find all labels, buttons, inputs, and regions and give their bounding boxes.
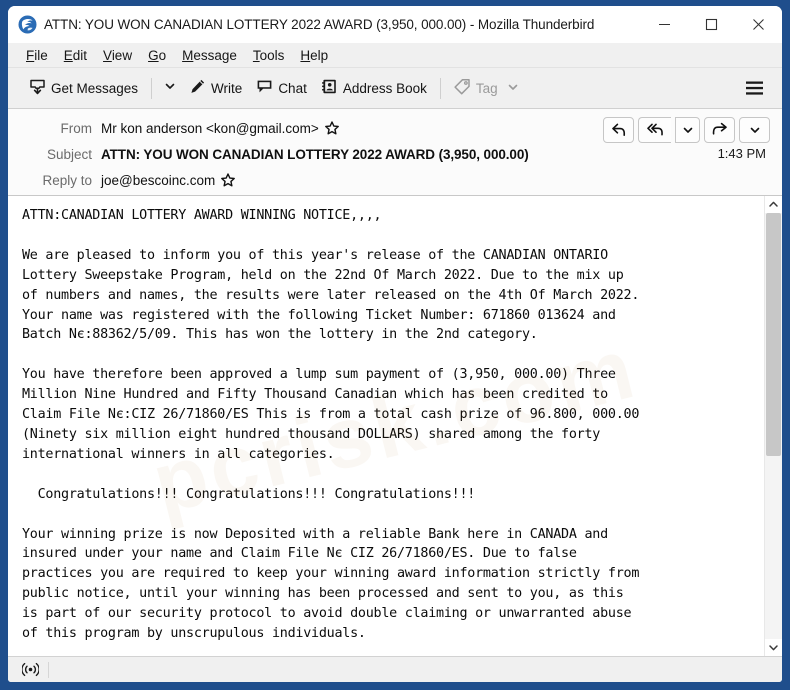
message-scrollbar[interactable] xyxy=(764,196,782,656)
close-icon[interactable] xyxy=(735,6,782,43)
reply-button[interactable] xyxy=(603,117,634,143)
status-bar xyxy=(8,656,782,682)
title-bar: ATTN: YOU WON CANADIAN LOTTERY 2022 AWAR… xyxy=(8,6,782,43)
menu-item-message[interactable]: Message xyxy=(174,48,245,63)
address-book-icon xyxy=(321,78,338,98)
hamburger-menu-icon[interactable] xyxy=(737,75,772,101)
menu-item-view[interactable]: View xyxy=(95,48,140,63)
thunderbird-window: ATTN: YOU WON CANADIAN LOTTERY 2022 AWAR… xyxy=(0,0,790,690)
tag-icon xyxy=(454,78,471,98)
chat-label: Chat xyxy=(278,80,307,96)
get-messages-label: Get Messages xyxy=(51,80,139,96)
address-book-label: Address Book xyxy=(342,80,427,96)
chevron-down-icon xyxy=(164,79,176,97)
get-messages-button[interactable]: Get Messages xyxy=(22,74,145,102)
star-outline-icon[interactable] xyxy=(324,121,339,135)
chevron-down-icon xyxy=(750,127,759,133)
toolbar-separator-2 xyxy=(439,77,441,99)
chevron-up-icon xyxy=(769,201,778,207)
subject-label: Subject xyxy=(46,146,92,162)
write-label: Write xyxy=(211,80,243,96)
more-actions-dropdown[interactable] xyxy=(739,117,770,143)
message-time: 1:43 PM xyxy=(717,146,766,161)
get-messages-dropdown[interactable] xyxy=(158,75,182,101)
menu-bar: File Edit View Go Message Tools Help xyxy=(8,43,782,68)
menu-item-edit[interactable]: Edit xyxy=(56,48,95,63)
reply-all-icon xyxy=(646,123,663,136)
chat-bubble-icon xyxy=(256,78,273,98)
subject-value: ATTN: YOU WON CANADIAN LOTTERY 2022 AWAR… xyxy=(101,146,529,162)
minimize-icon[interactable] xyxy=(641,6,688,43)
chevron-down-icon xyxy=(769,645,778,651)
scrollbar-thumb[interactable] xyxy=(766,213,781,456)
chat-button[interactable]: Chat xyxy=(249,74,314,102)
address-book-button[interactable]: Address Book xyxy=(314,74,434,102)
maximize-icon[interactable] xyxy=(688,6,735,43)
scroll-up-button[interactable] xyxy=(765,196,782,213)
from-value[interactable]: Mr kon anderson <kon@gmail.com> xyxy=(101,121,319,136)
chevron-down-icon xyxy=(507,81,519,96)
message-header: From Mr kon anderson <kon@gmail.com> Sub… xyxy=(8,109,782,196)
message-action-buttons xyxy=(603,117,770,143)
main-toolbar: Get Messages Write Chat Address Book Tag xyxy=(8,68,782,109)
status-separator xyxy=(48,661,49,678)
menu-item-tools[interactable]: Tools xyxy=(245,48,293,63)
from-label: From xyxy=(60,120,93,136)
window-title: ATTN: YOU WON CANADIAN LOTTERY 2022 AWAR… xyxy=(44,17,595,32)
message-body-text: ATTN:CANADIAN LOTTERY AWARD WINNING NOTI… xyxy=(22,208,640,642)
menu-item-go[interactable]: Go xyxy=(140,48,174,63)
forward-arrow-icon xyxy=(712,122,727,135)
reply-icon xyxy=(611,123,625,136)
window-controls xyxy=(641,6,782,43)
inbox-download-icon xyxy=(29,78,46,98)
tag-label: Tag xyxy=(475,80,498,96)
reply-all-button[interactable] xyxy=(638,117,671,143)
online-status-icon[interactable] xyxy=(16,662,44,677)
menu-item-file[interactable]: File xyxy=(18,48,56,63)
menu-item-help[interactable]: Help xyxy=(292,48,336,63)
reply-to-value[interactable]: joe@bescoinc.com xyxy=(101,173,215,188)
forward-button[interactable] xyxy=(704,117,735,143)
write-button[interactable]: Write xyxy=(182,74,249,102)
scroll-down-button[interactable] xyxy=(765,639,782,656)
toolbar-separator-1 xyxy=(151,77,153,99)
star-outline-icon[interactable] xyxy=(221,173,236,187)
header-row-subject: Subject ATTN: YOU WON CANADIAN LOTTERY 2… xyxy=(8,141,782,167)
reply-to-label: Reply to xyxy=(42,172,92,188)
scrollbar-track[interactable] xyxy=(765,213,782,639)
chevron-down-icon xyxy=(683,127,692,133)
thunderbird-logo-icon xyxy=(18,15,37,34)
pencil-icon xyxy=(189,78,206,98)
header-row-reply-to: Reply to joe@bescoinc.com xyxy=(8,167,782,193)
tag-button[interactable]: Tag xyxy=(447,74,526,102)
message-body-area: pcrisk.com ATTN:CANADIAN LOTTERY AWARD W… xyxy=(8,196,782,656)
reply-all-dropdown[interactable] xyxy=(675,117,700,143)
window-inner: ATTN: YOU WON CANADIAN LOTTERY 2022 AWAR… xyxy=(8,6,782,682)
